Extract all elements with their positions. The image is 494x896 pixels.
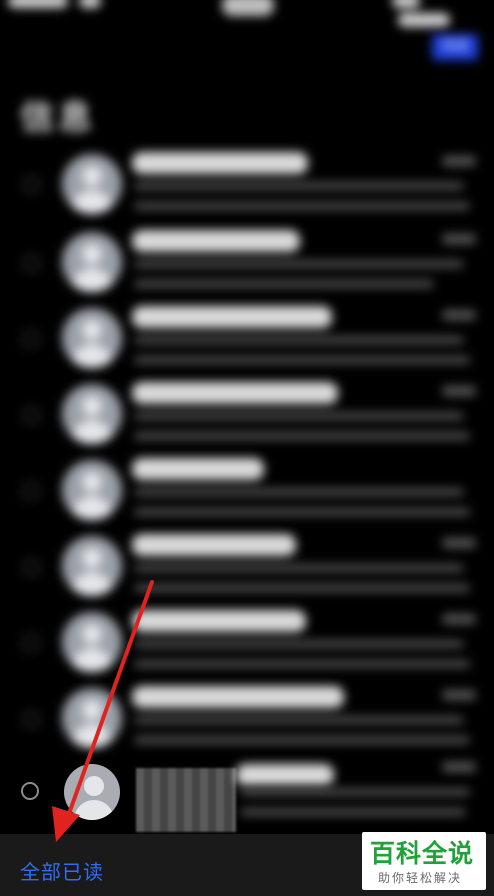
annotation-arrow-icon [52,580,154,842]
watermark-slogan: 助你轻松解决 [378,871,463,885]
watermark-logo: 百科全说 助你轻松解决 [362,832,486,890]
watermark-brand: 百科全说 [370,839,475,868]
